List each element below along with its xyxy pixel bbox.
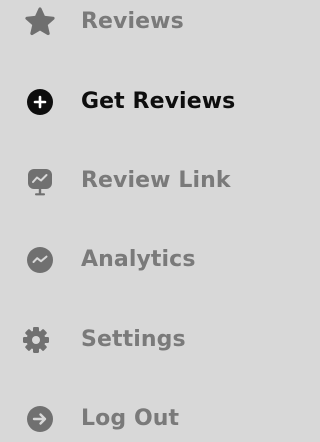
sidebar-item-log-out[interactable]: Log Out <box>0 397 263 441</box>
sidebar-item-label: Log Out <box>81 406 180 431</box>
gear-icon <box>20 324 52 356</box>
sidebar-item-settings[interactable]: Settings <box>0 318 263 362</box>
sidebar-item-reviews[interactable]: Reviews <box>0 0 263 44</box>
plus-circle-icon <box>24 86 56 118</box>
star-icon <box>24 6 56 38</box>
sidebar-item-get-reviews[interactable]: Get Reviews <box>0 80 263 124</box>
sidebar-item-analytics[interactable]: Analytics <box>0 238 263 282</box>
sidebar-item-label: Analytics <box>81 247 196 272</box>
arrow-right-circle-icon <box>24 403 56 435</box>
sidebar-nav: Reviews Get Reviews Review Link Analytic… <box>0 0 263 442</box>
sidebar-item-label: Reviews <box>81 9 184 34</box>
analytics-circle-icon <box>24 244 56 276</box>
monitor-chart-icon <box>24 165 56 197</box>
sidebar-item-label: Get Reviews <box>81 89 236 114</box>
sidebar-item-label: Review Link <box>81 168 231 193</box>
sidebar-item-label: Settings <box>81 327 186 352</box>
sidebar-item-review-link[interactable]: Review Link <box>0 159 263 203</box>
